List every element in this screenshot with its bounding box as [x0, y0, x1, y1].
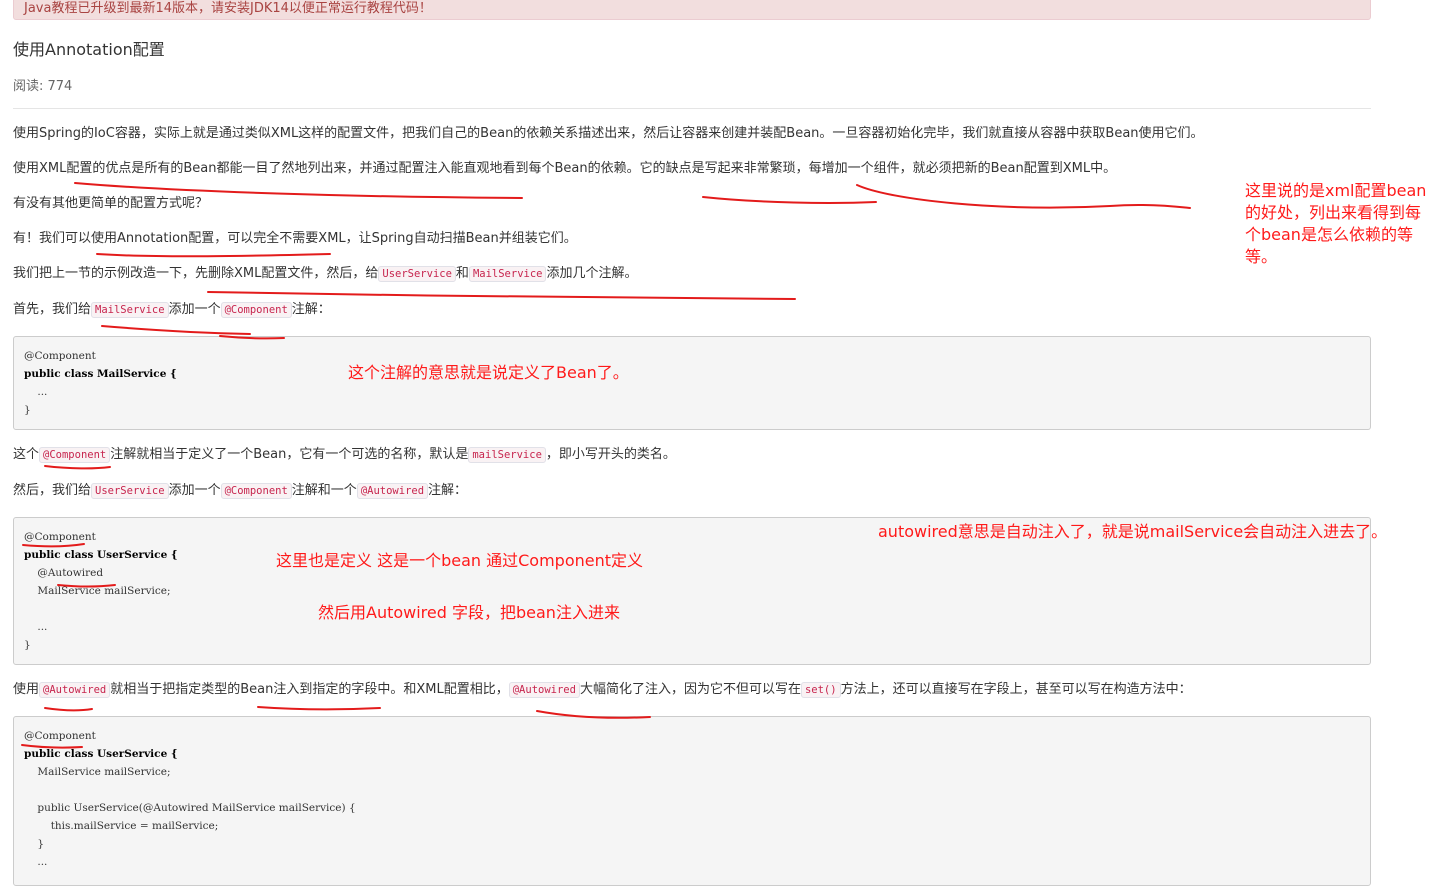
code-mailservice-lower: mailService	[468, 447, 546, 463]
code-component: @Component	[220, 302, 292, 318]
underline-mark	[856, 184, 1191, 209]
annotation-line: 这里说的是xml配置bean	[1245, 181, 1427, 200]
p7-text-c: ，即小写开头的类名。	[545, 447, 676, 462]
p6-text-a: 首先，我们给	[13, 302, 92, 317]
code-line: ...	[24, 856, 48, 868]
code-set: set()	[800, 682, 841, 698]
p8-text-a: 然后，我们给	[13, 483, 92, 498]
page-title: 使用Annotation配置	[13, 40, 165, 59]
underline-mark	[44, 707, 93, 712]
annotation-autowired-meaning: autowired意思是自动注入了，就是说mailService会自动注入进去了…	[878, 522, 1388, 541]
code-line: @Component	[24, 350, 96, 362]
paragraph-7: 这个 @Component 注解就相当于定义了一个Bean，它有一个可选的名称，默认…	[13, 446, 676, 464]
code-userservice: UserService	[91, 483, 169, 499]
underline-mark	[702, 196, 877, 204]
p9-text-c: 大幅简化了注入，因为它不但可以写在	[579, 682, 801, 697]
p5-text-a: 我们把上一节的示例改造一下，先删除XML配置文件，然后，给	[13, 266, 379, 281]
p8-text-d: 注解：	[428, 483, 468, 498]
code-line: public class UserService {	[24, 549, 178, 561]
code-line: }	[24, 404, 31, 416]
paragraph-4: 有！我们可以使用Annotation配置，可以完全不需要XML，让Spring自…	[13, 231, 577, 246]
code-line: @Autowired	[24, 567, 104, 579]
code-autowired: @Autowired	[356, 483, 429, 499]
code-line: }	[24, 838, 45, 850]
read-count: 阅读: 774	[13, 79, 73, 94]
code-block-1: @Component public class MailService { ..…	[13, 336, 1371, 430]
code-line: public UserService(@Autowired MailServic…	[24, 802, 356, 814]
annotation-component-define: 这里也是定义 这是一个bean 通过Component定义	[276, 551, 644, 570]
underline-mark	[207, 291, 796, 300]
annotation-autowired-field: 然后用Autowired 字段，把bean注入进来	[318, 603, 620, 622]
p9-text-d: 方法上，还可以直接写在字段上，甚至可以写在构造方法中：	[840, 682, 1192, 697]
code-line: MailService mailService;	[24, 766, 171, 778]
code-line: ...	[24, 386, 48, 398]
p7-text-b: 注解就相当于定义了一个Bean，它有一个可选的名称，默认是	[110, 447, 469, 462]
annotation-line: 个bean是怎么依赖的等	[1245, 225, 1413, 244]
code-component: @Component	[39, 447, 111, 463]
underline-mark	[44, 465, 111, 470]
paragraph-5: 我们把上一节的示例改造一下，先删除XML配置文件，然后，给 UserService…	[13, 265, 638, 283]
p6-text-c: 注解：	[291, 302, 331, 317]
code-line: public class MailService {	[24, 368, 177, 380]
alert-text: Java教程已升级到最新14版本，请安装JDK14以便正常运行教程代码！	[24, 1, 432, 16]
code-line: MailService mailService;	[24, 585, 171, 597]
upgrade-alert: Java教程已升级到最新14版本，请安装JDK14以便正常运行教程代码！	[13, 0, 1371, 20]
paragraph-1: 使用Spring的IoC容器，实际上就是通过类似XML这样的配置文件，把我们自己…	[13, 126, 1204, 141]
code-userservice: UserService	[378, 266, 456, 282]
code-line: ...	[24, 621, 48, 633]
paragraph-6: 首先，我们给 MailService 添加一个 @Component 注解：	[13, 301, 331, 319]
code-block-3: @Component public class UserService { Ma…	[13, 716, 1371, 886]
annotation-line: 的好处，列出来看得到每	[1245, 203, 1422, 222]
paragraph-3: 有没有其他更简单的配置方式呢？	[13, 196, 209, 211]
code-line: @Component	[24, 730, 96, 742]
annotation-component-meaning: 这个注解的意思就是说定义了Bean了。	[348, 363, 629, 382]
code-line: }	[24, 639, 31, 651]
paragraph-2: 使用XML配置的优点是所有的Bean都能一目了然地列出来，并通过配置注入能直观地…	[13, 161, 1117, 176]
p8-text-b: 添加一个	[168, 483, 221, 498]
p5-text-b: 和	[455, 266, 469, 281]
code-line: public class UserService {	[24, 748, 178, 760]
p9-text-b: 就相当于把指定类型的Bean注入到指定的字段中。和XML配置相比，	[110, 682, 509, 697]
p6-text-b: 添加一个	[168, 302, 221, 317]
paragraph-9: 使用 @Autowired 就相当于把指定类型的Bean注入到指定的字段中。和XML…	[13, 681, 1192, 699]
code-mailservice: MailService	[91, 302, 169, 318]
code-autowired: @Autowired	[508, 682, 580, 698]
underline-mark	[96, 253, 331, 258]
annotation-line: 等。	[1245, 247, 1278, 266]
p9-text-a: 使用	[13, 682, 40, 697]
code-component: @Component	[220, 483, 292, 499]
p5-text-c: 添加几个注解。	[546, 266, 638, 281]
underline-mark	[101, 325, 251, 335]
code-mailservice: MailService	[468, 266, 547, 282]
p8-text-c: 注解和一个	[291, 483, 357, 498]
paragraph-8: 然后，我们给 UserService 添加一个 @Component 注解和一个 @Aut…	[13, 482, 467, 500]
code-line: this.mailService = mailService;	[24, 820, 219, 832]
divider	[13, 108, 1371, 109]
annotation-xml-benefit: 这里说的是xml配置bean 的好处，列出来看得到每 个bean是怎么依赖的等 …	[1245, 180, 1426, 268]
underline-mark	[257, 706, 381, 711]
p7-text-a: 这个	[13, 447, 40, 462]
code-autowired: @Autowired	[39, 682, 111, 698]
